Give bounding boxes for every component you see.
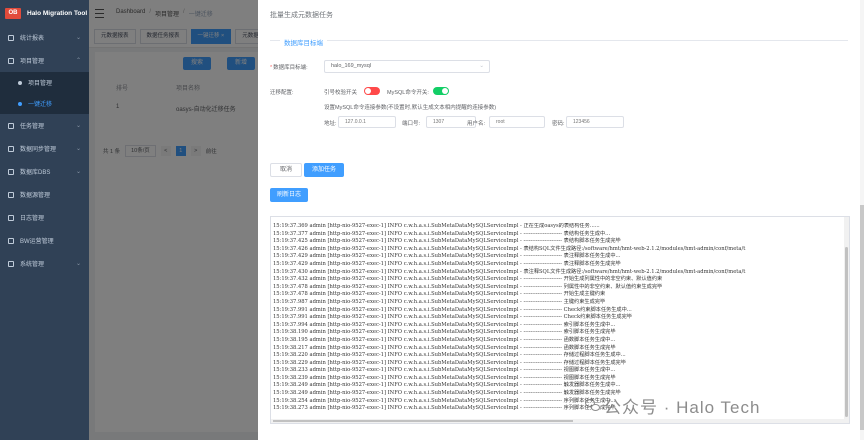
dot-icon	[18, 80, 22, 85]
logo-bar: OB Halo Migration Tool	[0, 0, 89, 26]
switch-knob	[365, 88, 371, 94]
chevron-down-icon: ⌄	[75, 123, 81, 129]
log-line: 15:19:37.369 admin [http-nio-9527-exec-1…	[273, 223, 600, 229]
chevron-down-icon: ⌄	[75, 261, 81, 267]
wechat-icon	[585, 399, 601, 412]
log-horizontal-scrollbar[interactable]	[271, 419, 845, 423]
chevron-down-icon: ⌄	[479, 63, 484, 69]
sync-icon	[8, 145, 14, 152]
log-line: 15:19:38.195 admin [http-nio-9527-exec-1…	[273, 336, 616, 343]
address-label: 地址:	[324, 121, 337, 127]
bw-icon	[8, 237, 14, 244]
log-line: 15:19:37.425 admin [http-nio-9527-exec-1…	[273, 238, 621, 245]
sidebar-subitem-projects[interactable]: 项目管理	[0, 72, 89, 93]
watermark-text: 公众号 · Halo Tech	[604, 398, 761, 417]
sidebar-item-label: 数据同步管理	[20, 147, 57, 153]
migrate-config-label: 迁移配置:	[270, 90, 294, 96]
sidebar-item-datasource[interactable]: 数据源管理	[0, 183, 89, 206]
sidebar-item-dbs[interactable]: 数据库DBS ⌄	[0, 160, 89, 183]
sidebar-item-label: 任务管理	[20, 124, 45, 130]
password-input[interactable]	[566, 116, 624, 128]
db-target-select[interactable]: halo_169_mysql ⌄	[324, 60, 490, 73]
section-divider	[270, 40, 848, 41]
sidebar-subitem-label: 一键迁移	[28, 102, 53, 108]
log-icon	[8, 214, 14, 221]
chevron-down-icon: ⌄	[75, 35, 81, 41]
log-line: 15:19:38.249 admin [http-nio-9527-exec-1…	[273, 382, 621, 389]
sidebar-item-system[interactable]: 系统管理 ⌄	[0, 252, 89, 275]
drawer-scrollbar[interactable]	[860, 0, 864, 440]
datasource-icon	[8, 191, 14, 198]
log-line: 15:19:37.429 admin [http-nio-9527-exec-1…	[273, 253, 621, 260]
folder-icon	[8, 57, 14, 64]
task-icon	[8, 122, 14, 129]
sidebar-item-label: 统计报表	[20, 36, 45, 42]
sidebar-item-label: BW运营管理	[20, 239, 54, 245]
add-task-button[interactable]: 添加任务	[304, 163, 344, 177]
log-line: 15:19:37.429 admin [http-nio-9527-exec-1…	[273, 260, 621, 267]
address-input[interactable]	[338, 116, 396, 128]
sidebar-item-label: 项目管理	[20, 59, 45, 65]
drawer-panel: 批量生成元数据任务 数据库目标端 *数据库目标端: halo_169_mysql…	[258, 0, 864, 440]
log-line: 15:19:38.190 admin [http-nio-9527-exec-1…	[273, 329, 616, 336]
log-line: 15:19:37.991 admin [http-nio-9527-exec-1…	[273, 314, 632, 321]
sidebar-item-label: 系统管理	[20, 262, 45, 268]
sidebar-item-bw[interactable]: BW运营管理	[0, 229, 89, 252]
scrollbar-thumb[interactable]	[860, 205, 864, 430]
quote-switch-label: 引号校验开关	[324, 90, 358, 96]
sidebar-item-sync[interactable]: 数据同步管理 ⌄	[0, 137, 89, 160]
app-logo: OB	[5, 7, 21, 19]
log-line: 15:19:37.987 admin [http-nio-9527-exec-1…	[273, 298, 606, 305]
watermark: 公众号 · Halo Tech	[585, 393, 760, 418]
log-line: 15:19:38.217 admin [http-nio-9527-exec-1…	[273, 344, 616, 351]
password-label: 密码:	[552, 121, 565, 127]
sidebar-item-stats[interactable]: 统计报表 ⌄	[0, 26, 89, 49]
port-label: 端口号:	[402, 121, 421, 127]
gear-icon	[8, 260, 14, 267]
chevron-down-icon: ⌄	[75, 169, 81, 175]
log-vertical-scrollbar[interactable]	[844, 217, 849, 423]
sidebar-item-label: 日志管理	[20, 216, 45, 222]
scrollbar-thumb[interactable]	[273, 420, 573, 422]
required-mark: *	[270, 65, 273, 71]
switch-knob	[442, 88, 448, 94]
mysql-hint-text: 设置MySQL命令连接参数(不设置时,默认生成文本相内提醒的连接参数)	[324, 105, 497, 111]
mysql-command-switch[interactable]	[433, 87, 449, 95]
log-output[interactable]: 15:19:37.369 admin [http-nio-9527-exec-1…	[270, 216, 850, 424]
chevron-up-icon: ⌃	[75, 58, 81, 64]
mysql-switch-label: MySQL命令开关:	[387, 90, 429, 96]
chart-icon	[8, 34, 14, 41]
log-line: 15:19:38.233 admin [http-nio-9527-exec-1…	[273, 367, 616, 374]
user-input[interactable]	[489, 116, 545, 128]
sidebar-item-tasks[interactable]: 任务管理 ⌄	[0, 114, 89, 137]
sidebar-subitem-label: 项目管理	[28, 81, 53, 87]
log-line: 15:19:38.220 admin [http-nio-9527-exec-1…	[273, 352, 626, 359]
db-target-label: *数据库目标端:	[270, 63, 308, 71]
cancel-button[interactable]: 取消	[270, 163, 302, 177]
db-target-label-text: 数据库目标端:	[273, 65, 308, 71]
chevron-down-icon: ⌄	[75, 146, 81, 152]
app-title: Halo Migration Tool	[27, 9, 88, 17]
log-line: 15:19:37.478 admin [http-nio-9527-exec-1…	[273, 291, 606, 298]
dot-icon	[18, 101, 22, 106]
sidebar-subitem-one-click-migrate[interactable]: 一键迁移	[0, 93, 89, 114]
sidebar-item-label: 数据库DBS	[20, 170, 51, 176]
section-title: 数据库目标端	[280, 37, 327, 47]
user-label: 用户名:	[467, 121, 486, 127]
log-line: 15:19:37.991 admin [http-nio-9527-exec-1…	[273, 306, 632, 313]
quote-check-switch[interactable]	[364, 87, 380, 95]
refresh-log-button[interactable]: 刷新日志	[270, 188, 308, 202]
db-target-value: halo_169_mysql	[331, 63, 372, 69]
sidebar-item-label: 数据源管理	[20, 193, 51, 199]
sidebar-item-projects[interactable]: 项目管理 ⌃	[0, 49, 89, 72]
scrollbar-thumb[interactable]	[845, 247, 848, 417]
database-icon	[8, 168, 14, 175]
log-line: 15:19:37.432 admin [http-nio-9527-exec-1…	[273, 276, 663, 283]
log-lines: 15:19:37.369 admin [http-nio-9527-exec-1…	[273, 223, 843, 413]
sidebar: OB Halo Migration Tool 统计报表 ⌄ 项目管理 ⌃ 项目管理 …	[0, 0, 89, 440]
drawer-title: 批量生成元数据任务	[270, 12, 333, 19]
sidebar-item-logs[interactable]: 日志管理	[0, 206, 89, 229]
